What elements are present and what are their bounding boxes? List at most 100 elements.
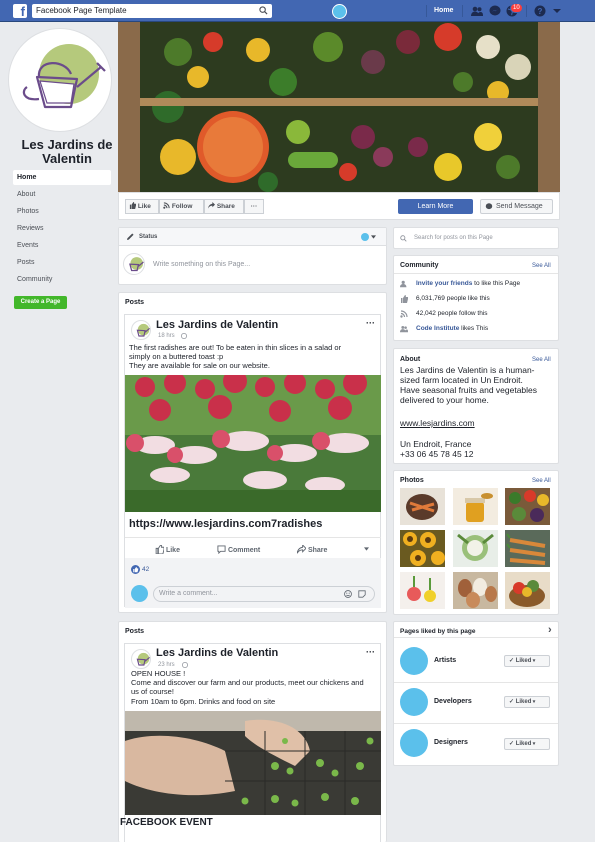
watering-can-logo-icon [22, 44, 106, 109]
photo-thumbnail[interactable] [505, 572, 550, 609]
profile-picture[interactable] [8, 28, 112, 132]
search-value: Facebook Page Template [36, 6, 127, 15]
learn-more-button[interactable]: Learn More [398, 199, 473, 214]
composer-avatar[interactable] [361, 233, 369, 241]
create-page-button[interactable]: Create a Page [14, 296, 67, 309]
messenger-icon[interactable] [489, 5, 501, 17]
chevron-right-icon[interactable]: › [548, 624, 552, 636]
facebook-logo-icon[interactable]: f [13, 4, 27, 19]
like-post-button[interactable]: Like [155, 544, 180, 555]
thumbs-up-icon [129, 202, 136, 209]
page-title[interactable]: Les Jardins de Valentin [12, 138, 122, 166]
photo-thumbnail[interactable] [400, 530, 445, 567]
about-title[interactable]: About [400, 356, 420, 363]
cover-photo[interactable] [118, 22, 560, 192]
page-avatar-artists[interactable] [400, 647, 428, 675]
follow-button[interactable]: Follow [159, 199, 204, 214]
about-see-all-link[interactable]: See All [532, 357, 551, 363]
post-text-line: They are available for sale on our websi… [129, 361, 270, 370]
photo-thumbnail[interactable] [400, 488, 445, 525]
caret-icon[interactable] [551, 5, 563, 17]
comment-icon [217, 545, 226, 555]
sticker-icon[interactable] [358, 590, 366, 598]
sidebar-item-photos[interactable]: Photos [13, 204, 111, 219]
divider [394, 723, 558, 724]
photo-thumbnail[interactable] [505, 488, 550, 525]
rss-icon [400, 310, 408, 318]
post-text-line: From 10am to 6pm. Drinks and food on sit… [131, 697, 276, 706]
about-line: sized farm located in Un Endroit. [400, 375, 523, 385]
home-link[interactable]: Home [434, 7, 453, 14]
community-title[interactable]: Community [400, 262, 439, 269]
liked-button-designers[interactable]: ✓ Liked ▾ [504, 738, 550, 750]
website-link[interactable]: www.lesjardins.com [400, 418, 475, 428]
post-timestamp[interactable]: 18 hrs [158, 333, 175, 339]
like-reaction-icon[interactable] [131, 565, 140, 574]
post-author-avatar[interactable] [131, 649, 151, 669]
post-timestamp[interactable]: 23 hrs [158, 662, 175, 668]
emoji-icon[interactable] [344, 590, 352, 598]
photo-thumbnail[interactable] [453, 488, 498, 525]
comment-button[interactable]: Comment [217, 545, 260, 555]
photo-thumbnail[interactable] [453, 530, 498, 567]
liker-link[interactable]: Code Institute [416, 325, 459, 332]
send-message-label: Send Message [496, 203, 543, 210]
liked-button-developers[interactable]: ✓ Liked ▾ [504, 696, 550, 708]
post-link[interactable]: https://www.lesjardins.com7radishes [129, 518, 322, 530]
page-avatar-designers[interactable] [400, 729, 428, 757]
sidebar-item-events[interactable]: Events [13, 238, 111, 253]
tab-status[interactable]: Status [139, 234, 157, 240]
share-post-button[interactable]: Share [296, 543, 327, 554]
more-button[interactable]: ··· [244, 199, 264, 214]
caret-icon[interactable] [364, 547, 369, 551]
page-name-artists[interactable]: Artists [434, 657, 456, 664]
status-input[interactable]: Write something on this Page... [153, 261, 250, 268]
caret-icon[interactable] [371, 235, 376, 239]
post-options-icon[interactable]: ··· [366, 318, 375, 328]
photo-thumbnail[interactable] [505, 530, 550, 567]
like-post-label: Like [165, 547, 180, 554]
sidebar-item-about[interactable]: About [13, 187, 111, 202]
post-author-name[interactable]: Les Jardins de Valentin [156, 319, 278, 331]
comment-input[interactable]: Write a comment... [153, 586, 375, 602]
send-message-button[interactable]: Send Message [480, 199, 553, 214]
sidebar-item-reviews[interactable]: Reviews [13, 221, 111, 236]
radishes-image[interactable] [125, 375, 381, 512]
search-icon[interactable] [259, 6, 268, 15]
photo-thumbnail[interactable] [453, 572, 498, 609]
follows-count: 42,042 people follow this [416, 310, 488, 317]
svg-text:?: ? [538, 7, 543, 16]
page-action-bar: Like Follow Share ··· Learn More Send Me… [118, 192, 560, 220]
notification-badge: 10 [510, 3, 523, 13]
page-search[interactable]: Search for posts on this Page [393, 227, 559, 249]
invite-friends-link[interactable]: Invite your friends [416, 280, 472, 287]
post-author-avatar[interactable] [131, 320, 151, 340]
top-navigation-bar: f Facebook Page Template Home 10 ? [0, 0, 595, 22]
post-options-icon[interactable]: ··· [366, 647, 375, 657]
sidebar-item-home[interactable]: Home [13, 170, 111, 185]
like-page-button[interactable]: Like [125, 199, 159, 214]
share-page-button[interactable]: Share [204, 199, 244, 214]
profile-avatar[interactable] [332, 4, 347, 19]
help-icon[interactable]: ? [534, 5, 546, 17]
pages-liked-title[interactable]: Pages liked by this page [400, 628, 476, 635]
page-avatar-developers[interactable] [400, 688, 428, 716]
sidebar-item-community[interactable]: Community [13, 272, 111, 287]
page-search-input[interactable]: Search for posts on this Page [414, 235, 493, 241]
post-author-name[interactable]: Les Jardins de Valentin [156, 647, 278, 659]
liked-button-artists[interactable]: ✓ Liked ▾ [504, 655, 550, 667]
photo-thumbnail[interactable] [400, 572, 445, 609]
seedlings-image[interactable] [125, 711, 381, 815]
page-name-developers[interactable]: Developers [434, 698, 472, 705]
sidebar-item-posts[interactable]: Posts [13, 255, 111, 270]
photos-title[interactable]: Photos [400, 477, 424, 484]
photos-see-all-link[interactable]: See All [532, 478, 551, 484]
section-title: Posts [125, 299, 145, 306]
page-name-designers[interactable]: Designers [434, 739, 468, 746]
divider [462, 5, 463, 17]
search-input[interactable]: Facebook Page Template [32, 4, 272, 18]
thumbs-up-icon [155, 544, 165, 555]
community-see-all-link[interactable]: See All [532, 263, 551, 269]
friends-icon[interactable] [471, 5, 483, 17]
reaction-count[interactable]: 42 [142, 566, 149, 573]
